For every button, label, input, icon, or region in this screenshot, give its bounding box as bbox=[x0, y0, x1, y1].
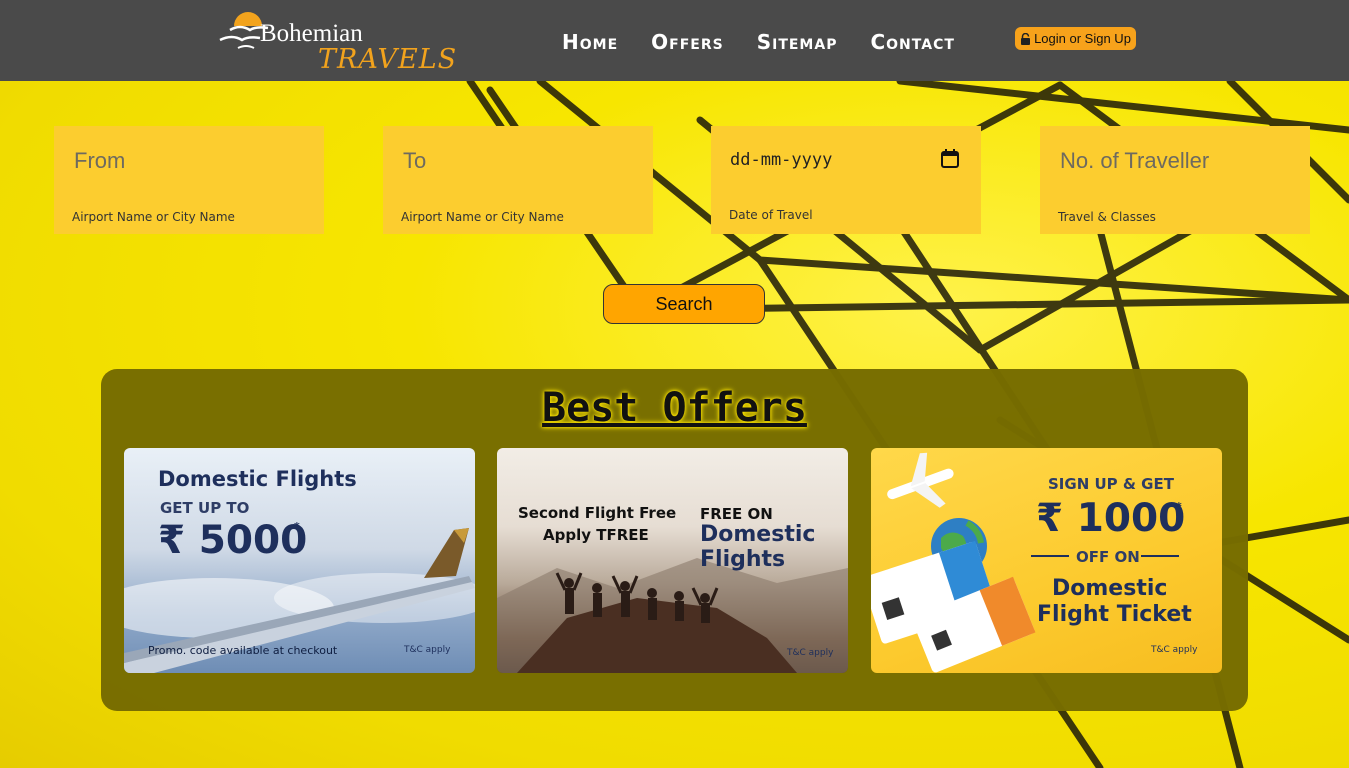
card1-tc: T&C apply bbox=[404, 645, 451, 655]
travellers-hint: Travel & Classes bbox=[1058, 210, 1156, 224]
card3-line5: Flight Ticket bbox=[1037, 602, 1192, 627]
card3-line1: SIGN UP & GET bbox=[1048, 475, 1174, 493]
card3-tc: T&C apply bbox=[1151, 645, 1198, 655]
login-signup-label: Login or Sign Up bbox=[1034, 31, 1131, 46]
card1-star: * bbox=[294, 520, 300, 533]
best-offers-title: Best Offers bbox=[542, 385, 807, 431]
card1-title: Domestic Flights bbox=[158, 467, 357, 491]
card3-line4: Domestic bbox=[1052, 576, 1168, 601]
card3-star: * bbox=[1176, 500, 1182, 513]
offer-card-second-flight-free[interactable]: Second Flight Free Apply TFREE FREE ON D… bbox=[497, 448, 848, 673]
card2-right-line2: Domestic bbox=[700, 522, 816, 547]
nav-offers[interactable]: Offers bbox=[651, 30, 724, 54]
date-input[interactable]: dd-mm-yyyy bbox=[730, 150, 832, 170]
travellers-input[interactable] bbox=[1060, 144, 1295, 178]
to-hint: Airport Name or City Name bbox=[401, 210, 564, 224]
card1-footer: Promo. code available at checkout bbox=[148, 644, 338, 657]
calendar-icon[interactable] bbox=[941, 149, 959, 168]
card2-tc: T&C apply bbox=[787, 648, 834, 658]
card2-left-line2: Apply TFREE bbox=[543, 526, 649, 544]
nav-home[interactable]: Home bbox=[562, 30, 618, 54]
offer-card-domestic-5000[interactable]: Domestic Flights GET UP TO ₹ 5000 * Prom… bbox=[124, 448, 475, 673]
travellers-field: Travel & Classes bbox=[1040, 126, 1310, 234]
main-nav: Home Offers Sitemap Contact bbox=[562, 30, 988, 54]
date-field: dd-mm-yyyy Date of Travel bbox=[711, 126, 981, 234]
mountain-group-image bbox=[497, 558, 848, 673]
card2-right-line3: Flights bbox=[700, 547, 786, 572]
nav-contact[interactable]: Contact bbox=[870, 30, 954, 54]
site-logo[interactable]: Bohemian TRAVELS bbox=[216, 4, 456, 76]
offer-card-signup-1000[interactable]: SIGN UP & GET ₹ 1000 * OFF ON Domestic F… bbox=[871, 448, 1222, 673]
card1-amount: ₹ 5000 bbox=[158, 518, 308, 563]
best-offers-panel: Best Offers Domestic Flights GET UP TO ₹… bbox=[101, 369, 1248, 711]
card2-left-line1: Second Flight Free bbox=[518, 504, 677, 522]
from-field: Airport Name or City Name bbox=[54, 126, 324, 234]
login-signup-button[interactable]: Login or Sign Up bbox=[1015, 27, 1136, 50]
date-hint: Date of Travel bbox=[729, 208, 813, 222]
card1-subtitle: GET UP TO bbox=[160, 499, 250, 517]
to-field: Airport Name or City Name bbox=[383, 126, 653, 234]
nav-sitemap[interactable]: Sitemap bbox=[757, 30, 838, 54]
search-button[interactable]: Search bbox=[603, 284, 765, 324]
from-input[interactable] bbox=[74, 144, 309, 178]
card3-amount: ₹ 1000 bbox=[1036, 496, 1186, 541]
logo-word-travels: TRAVELS bbox=[318, 44, 458, 75]
lock-icon bbox=[1021, 32, 1031, 45]
card3-line3: OFF ON bbox=[1076, 548, 1140, 566]
card2-right-line1: FREE ON bbox=[700, 505, 773, 523]
top-navbar: Bohemian TRAVELS Home Offers Sitemap Con… bbox=[0, 0, 1349, 81]
from-hint: Airport Name or City Name bbox=[72, 210, 235, 224]
to-input[interactable] bbox=[403, 144, 638, 178]
